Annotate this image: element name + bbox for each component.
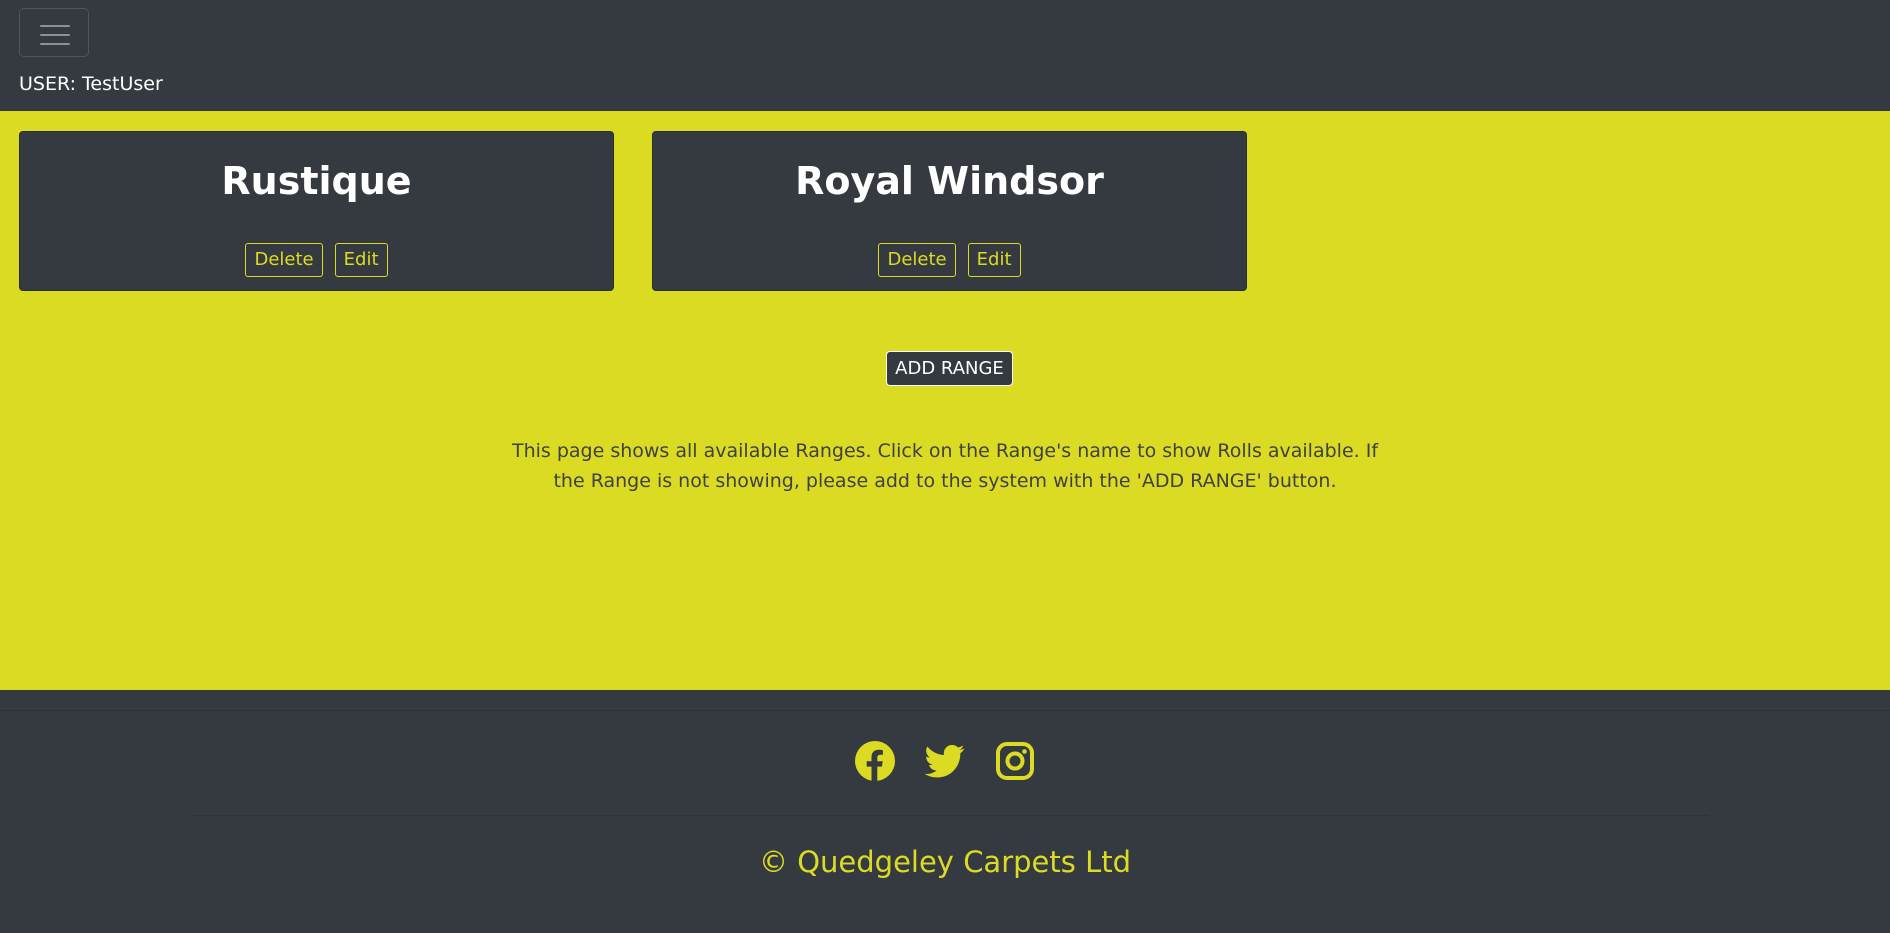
range-card-actions: Delete Edit: [653, 243, 1246, 277]
footer: © Quedgeley Carpets Ltd: [0, 690, 1890, 933]
range-card: Rustique Delete Edit: [19, 131, 614, 291]
range-card: Royal Windsor Delete Edit: [652, 131, 1247, 291]
navbar: USER: TestUser: [0, 0, 1890, 111]
hamburger-menu-icon: [40, 24, 70, 45]
menu-toggle-button[interactable]: [19, 8, 89, 57]
range-card-actions: Delete Edit: [20, 243, 613, 277]
footer-divider: [192, 815, 1709, 816]
current-user-label: USER: TestUser: [19, 73, 163, 95]
main-content: Rustique Delete Edit Royal Windsor Delet…: [0, 111, 1890, 690]
delete-range-button[interactable]: Delete: [245, 243, 323, 277]
footer-divider: [0, 710, 1890, 711]
instagram-icon[interactable]: [995, 741, 1035, 781]
facebook-icon[interactable]: [855, 741, 895, 781]
range-name-link[interactable]: Rustique: [20, 157, 613, 205]
copyright-text: © Quedgeley Carpets Ltd: [758, 845, 1132, 879]
range-name-link[interactable]: Royal Windsor: [653, 157, 1246, 205]
twitter-icon[interactable]: [925, 741, 965, 781]
edit-range-button[interactable]: Edit: [334, 243, 388, 277]
page-info-text: This page shows all available Ranges. Cl…: [511, 440, 1379, 492]
edit-range-button[interactable]: Edit: [967, 243, 1021, 277]
delete-range-button[interactable]: Delete: [878, 243, 956, 277]
add-range-button[interactable]: ADD RANGE: [886, 351, 1013, 386]
social-links: [0, 741, 1890, 781]
